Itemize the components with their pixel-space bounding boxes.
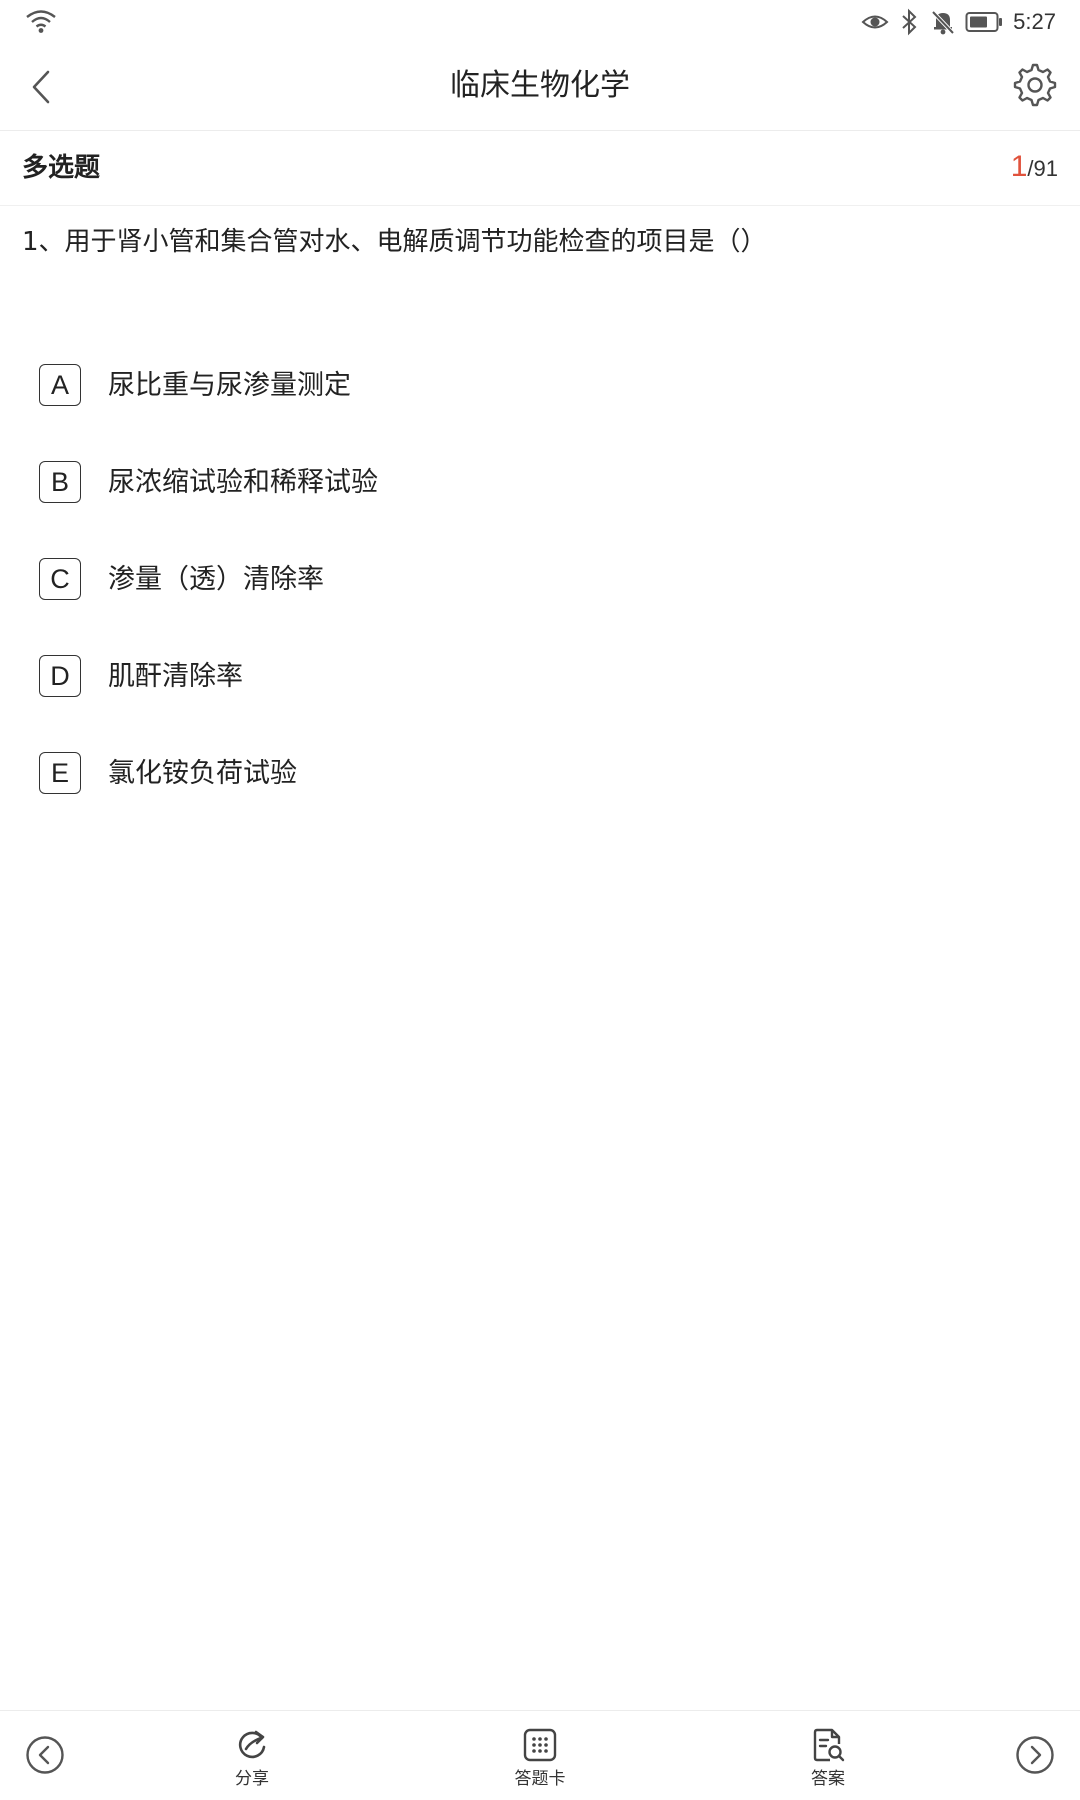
option-text: 渗量（透）清除率 xyxy=(108,564,324,595)
question-counter: 1/91 xyxy=(1011,147,1058,192)
current-question-number: 1 xyxy=(1010,150,1028,183)
bluetooth-icon xyxy=(902,8,917,36)
option-c[interactable]: C 渗量（透）清除率 xyxy=(0,534,1080,631)
gear-icon[interactable] xyxy=(1012,62,1058,108)
battery-icon xyxy=(965,12,1003,32)
bell-muted-icon xyxy=(931,10,955,35)
question-type-label: 多选题 xyxy=(22,153,101,183)
option-d[interactable]: D 肌酐清除率 xyxy=(0,631,1080,728)
share-label: 分享 xyxy=(235,1769,269,1789)
question-header: 多选题 1/91 xyxy=(0,131,1080,206)
option-text: 尿比重与尿渗量测定 xyxy=(108,370,351,401)
answer-button[interactable]: 答案 xyxy=(768,1727,888,1791)
share-button[interactable]: 分享 xyxy=(192,1727,312,1791)
option-e[interactable]: E 氯化铵负荷试验 xyxy=(0,728,1080,825)
page-title: 临床生物化学 xyxy=(450,68,630,103)
next-question-icon[interactable] xyxy=(1015,1735,1055,1775)
answer-card-label: 答题卡 xyxy=(514,1769,566,1789)
option-list: A 尿比重与尿渗量测定 B 尿浓缩试验和稀释试验 C 渗量（透）清除率 D 肌酐… xyxy=(0,340,1080,825)
option-letter-box[interactable]: A xyxy=(39,364,81,406)
wifi-icon xyxy=(26,10,56,33)
option-a[interactable]: A 尿比重与尿渗量测定 xyxy=(0,340,1080,437)
nav-bar: 临床生物化学 xyxy=(0,44,1080,131)
grid-icon xyxy=(523,1728,557,1762)
answer-label: 答案 xyxy=(811,1769,845,1789)
exam-page: 5:27 临床生物化学 多选题 1/91 1、用于肾小管和集合管对水、电解质调节… xyxy=(0,0,1080,1800)
status-bar: 5:27 xyxy=(0,0,1080,44)
option-text: 尿浓缩试验和稀释试验 xyxy=(108,467,378,498)
status-time: 5:27 xyxy=(1013,9,1056,34)
option-text: 氯化铵负荷试验 xyxy=(108,758,297,789)
previous-question-icon[interactable] xyxy=(25,1735,65,1775)
eye-icon xyxy=(861,15,889,29)
question-text: 1、用于肾小管和集合管对水、电解质调节功能检查的项目是（） xyxy=(22,227,767,257)
answer-card-button[interactable]: 答题卡 xyxy=(480,1727,600,1791)
option-b[interactable]: B 尿浓缩试验和稀释试验 xyxy=(0,437,1080,534)
document-search-icon xyxy=(813,1728,845,1762)
option-text: 肌酐清除率 xyxy=(108,661,243,692)
total-question-count: 91 xyxy=(1033,156,1058,181)
share-icon xyxy=(238,1730,266,1759)
status-icons: 5:27 xyxy=(855,6,1056,38)
option-letter-box[interactable]: E xyxy=(39,752,81,794)
option-letter-box[interactable]: B xyxy=(39,461,81,503)
bottom-toolbar: 分享 答题卡 答案 xyxy=(0,1710,1080,1800)
option-letter-box[interactable]: C xyxy=(39,558,81,600)
option-letter-box[interactable]: D xyxy=(39,655,81,697)
